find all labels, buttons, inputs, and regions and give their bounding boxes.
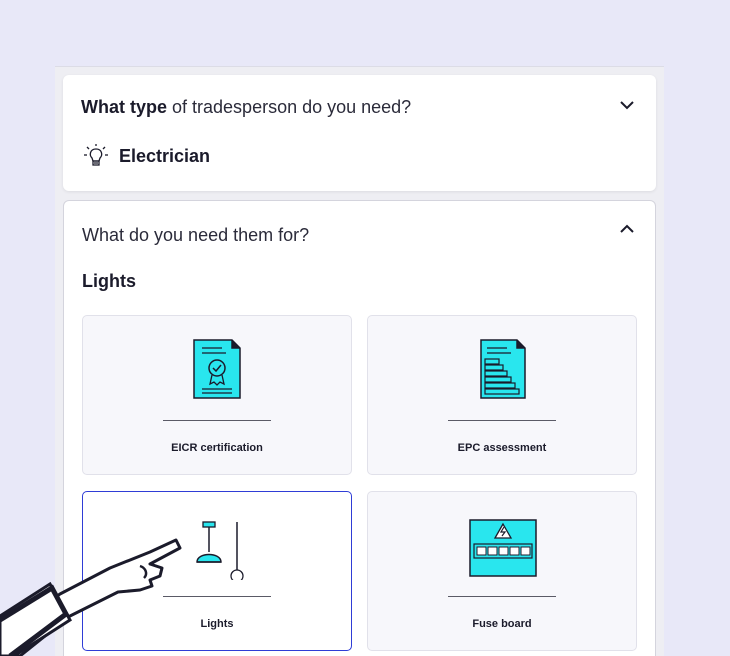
energy-rating-icon [480,339,526,399]
lightbulb-icon [84,144,108,166]
tile-divider [448,420,556,421]
chevron-down-icon[interactable] [620,98,634,112]
pointing-hand-icon [0,538,182,656]
fuse-board-icon [469,519,537,577]
tile-divider [448,596,556,597]
option-eicr-certification[interactable]: EICR certification [82,315,352,475]
tradesperson-type-card[interactable]: What type of tradesperson do you need? E… [63,75,656,191]
chevron-up-icon[interactable] [620,222,634,236]
service-question: What do you need them for? [82,225,310,245]
option-fuse-board[interactable]: Fuse board [367,491,637,651]
certificate-icon [193,339,241,399]
option-label: EICR certification [171,442,263,454]
selected-trade: Electrician [83,143,210,169]
option-label: EPC assessment [457,442,547,454]
option-epc-assessment[interactable]: EPC assessment [367,315,637,475]
section-title: Lights [82,271,136,291]
tradesperson-type-question: What type of tradesperson do you need? [81,97,412,117]
option-label: Fuse board [472,618,532,630]
tile-divider [163,420,271,421]
selected-trade-label: Electrician [119,145,211,166]
